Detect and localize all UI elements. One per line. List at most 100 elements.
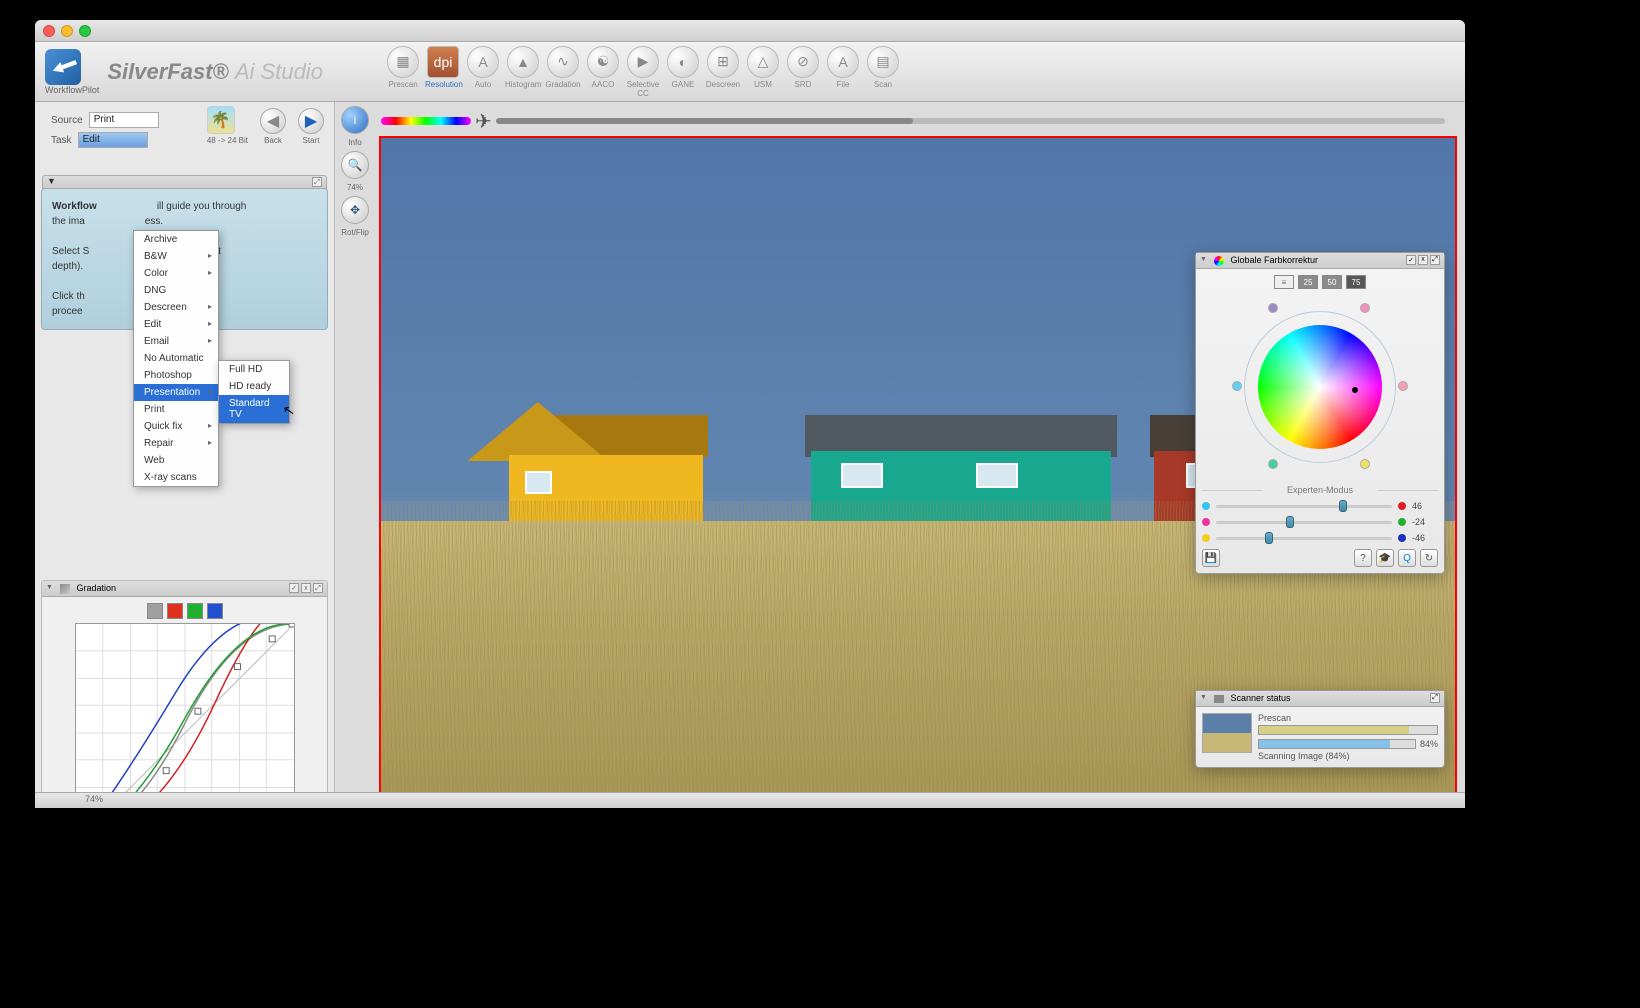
tool-prescan[interactable]: ▦ Prescan xyxy=(385,46,421,98)
channel-swatch-0[interactable] xyxy=(147,603,163,619)
gcc-slider-1[interactable]: -24 xyxy=(1202,517,1438,527)
gradation-header[interactable]: Gradation ✓ x ⤢ xyxy=(42,581,327,597)
slider-track[interactable] xyxy=(1216,521,1392,524)
menu-photoshop[interactable]: Photoshop xyxy=(134,367,218,384)
slider-left-dot xyxy=(1202,518,1210,526)
submenu-hd-ready[interactable]: HD ready xyxy=(219,378,289,395)
gcc-preset-75[interactable]: 75 xyxy=(1346,275,1366,289)
scan-percent: 84% xyxy=(1420,739,1438,749)
menu-dng[interactable]: DNG xyxy=(134,282,218,299)
menu-archive[interactable]: Archive xyxy=(134,231,218,248)
menu-color[interactable]: Color xyxy=(134,265,218,282)
close-panel-icon[interactable]: x xyxy=(301,583,311,593)
submenu-full-hd[interactable]: Full HD xyxy=(219,361,289,378)
task-submenu[interactable]: Full HDHD readyStandard TV xyxy=(218,360,290,424)
tool-histogram[interactable]: ▲Histogram xyxy=(505,46,541,98)
bitdepth-icon[interactable]: 🌴 xyxy=(207,106,235,134)
menu-web[interactable]: Web xyxy=(134,452,218,469)
channel-swatch-2[interactable] xyxy=(187,603,203,619)
scanner-status-header[interactable]: Scanner status ⤢ xyxy=(1196,691,1444,707)
gcc-check-icon[interactable]: ✓ xyxy=(1406,255,1416,265)
check-icon[interactable]: ✓ xyxy=(289,583,299,593)
header: WorkflowPilot SilverFast® Ai Studio ▦Pre… xyxy=(35,42,1465,102)
prescan-icon: ▦ xyxy=(387,46,419,78)
tool-usm[interactable]: △USM xyxy=(745,46,781,98)
info-tool-icon[interactable]: i xyxy=(341,106,369,134)
tool-auto[interactable]: AAuto xyxy=(465,46,501,98)
tool-resolution[interactable]: dpiResolution xyxy=(425,46,461,98)
gcc-slider-0[interactable]: 46 xyxy=(1202,501,1438,511)
slider-value: -46 xyxy=(1412,533,1438,543)
file-label: File xyxy=(825,80,861,89)
guide-panel-header[interactable]: ▼ ⤢ xyxy=(42,175,327,189)
expert-mode-label: Experten-Modus xyxy=(1202,485,1438,495)
minimize-icon[interactable] xyxy=(61,25,73,37)
tool-srd[interactable]: ⊘SRD xyxy=(785,46,821,98)
rotflip-tool-icon[interactable]: ✥ xyxy=(341,196,369,224)
menu-no-automatic[interactable]: No Automatic xyxy=(134,350,218,367)
scanner-status-panel[interactable]: Scanner status ⤢ Prescan 84% S xyxy=(1195,690,1445,768)
titlebar[interactable] xyxy=(35,20,1465,42)
gcc-preset-50[interactable]: 50 xyxy=(1322,275,1342,289)
menu-quick-fix[interactable]: Quick fix xyxy=(134,418,218,435)
start-button[interactable]: ▶ xyxy=(298,108,324,134)
close-icon[interactable] xyxy=(43,25,55,37)
gcc-preset-25[interactable]: 25 xyxy=(1298,275,1318,289)
gcc-close-icon[interactable]: x xyxy=(1418,255,1428,265)
slider-track[interactable] xyxy=(1216,505,1392,508)
channel-swatch-1[interactable] xyxy=(167,603,183,619)
wheel-handle[interactable] xyxy=(1232,381,1242,391)
gradation-channel-swatches[interactable] xyxy=(48,603,321,619)
channel-swatch-3[interactable] xyxy=(207,603,223,619)
prescan-label: Prescan xyxy=(385,80,421,89)
menu-x-ray-scans[interactable]: X-ray scans xyxy=(134,469,218,486)
progress-track[interactable] xyxy=(496,118,1445,124)
source-select[interactable]: Print xyxy=(89,112,159,128)
tool-gane[interactable]: ◐GANE xyxy=(665,46,701,98)
menu-presentation[interactable]: Presentation xyxy=(134,384,218,401)
gcc-slider-2[interactable]: -46 xyxy=(1202,533,1438,543)
menu-repair[interactable]: Repair xyxy=(134,435,218,452)
menu-b&w[interactable]: B&W xyxy=(134,248,218,265)
task-context-menu[interactable]: ArchiveB&WColorDNGDescreenEditEmailNo Au… xyxy=(133,230,219,487)
color-wheel[interactable] xyxy=(1230,297,1410,477)
menu-print[interactable]: Print xyxy=(134,401,218,418)
wheel-handle[interactable] xyxy=(1398,381,1408,391)
task-select[interactable]: Edit xyxy=(78,132,148,148)
pin-icon[interactable]: ⤢ xyxy=(312,177,322,187)
tool-selectivecc[interactable]: ▶Selective CC xyxy=(625,46,661,98)
gcc-help-button[interactable]: ? xyxy=(1354,549,1372,567)
gcc-expand-icon[interactable]: ⤢ xyxy=(1430,255,1440,265)
zoom-icon[interactable] xyxy=(79,25,91,37)
prescan-progress xyxy=(1258,725,1438,735)
wheel-handle[interactable] xyxy=(1360,303,1370,313)
tool-gradation[interactable]: ∿Gradation xyxy=(545,46,581,98)
global-color-correction-panel[interactable]: Globale Farbkorrektur ✓ x ⤢ ≡ 25 50 75 Expe… xyxy=(1195,252,1445,574)
tool-file[interactable]: AFile xyxy=(825,46,861,98)
submenu-standard-tv[interactable]: Standard TV xyxy=(219,395,289,423)
expand-icon[interactable]: ⤢ xyxy=(313,583,323,593)
tool-aaco[interactable]: ☯AACO xyxy=(585,46,621,98)
scanstat-expand-icon[interactable]: ⤢ xyxy=(1430,693,1440,703)
tool-scan[interactable]: ▤Scan xyxy=(865,46,901,98)
wheel-handle[interactable] xyxy=(1268,459,1278,469)
gcc-preset-≡[interactable]: ≡ xyxy=(1274,275,1294,289)
wheel-handle[interactable] xyxy=(1360,459,1370,469)
gcc-preset-buttons[interactable]: ≡ 25 50 75 xyxy=(1202,275,1438,289)
menu-email[interactable]: Email xyxy=(134,333,218,350)
gradation-curve-graph[interactable] xyxy=(75,623,295,808)
gcc-header[interactable]: Globale Farbkorrektur ✓ x ⤢ xyxy=(1196,253,1444,269)
slider-track[interactable] xyxy=(1216,537,1392,540)
gcc-qt-button[interactable]: Q xyxy=(1398,549,1416,567)
cursor-icon: ↖ xyxy=(282,401,297,420)
menu-edit[interactable]: Edit xyxy=(134,316,218,333)
menu-descreen[interactable]: Descreen xyxy=(134,299,218,316)
gcc-reset-button[interactable]: ↻ xyxy=(1420,549,1438,567)
tool-descreen[interactable]: ⊞Descreen xyxy=(705,46,741,98)
zoom-tool-icon[interactable]: 🔍 xyxy=(341,151,369,179)
color-picker-dot[interactable] xyxy=(1352,387,1358,393)
gcc-expert-button[interactable]: 🎓 xyxy=(1376,549,1394,567)
back-button[interactable]: ◀ xyxy=(260,108,286,134)
gcc-save-button[interactable]: 💾 xyxy=(1202,549,1220,567)
wheel-handle[interactable] xyxy=(1268,303,1278,313)
